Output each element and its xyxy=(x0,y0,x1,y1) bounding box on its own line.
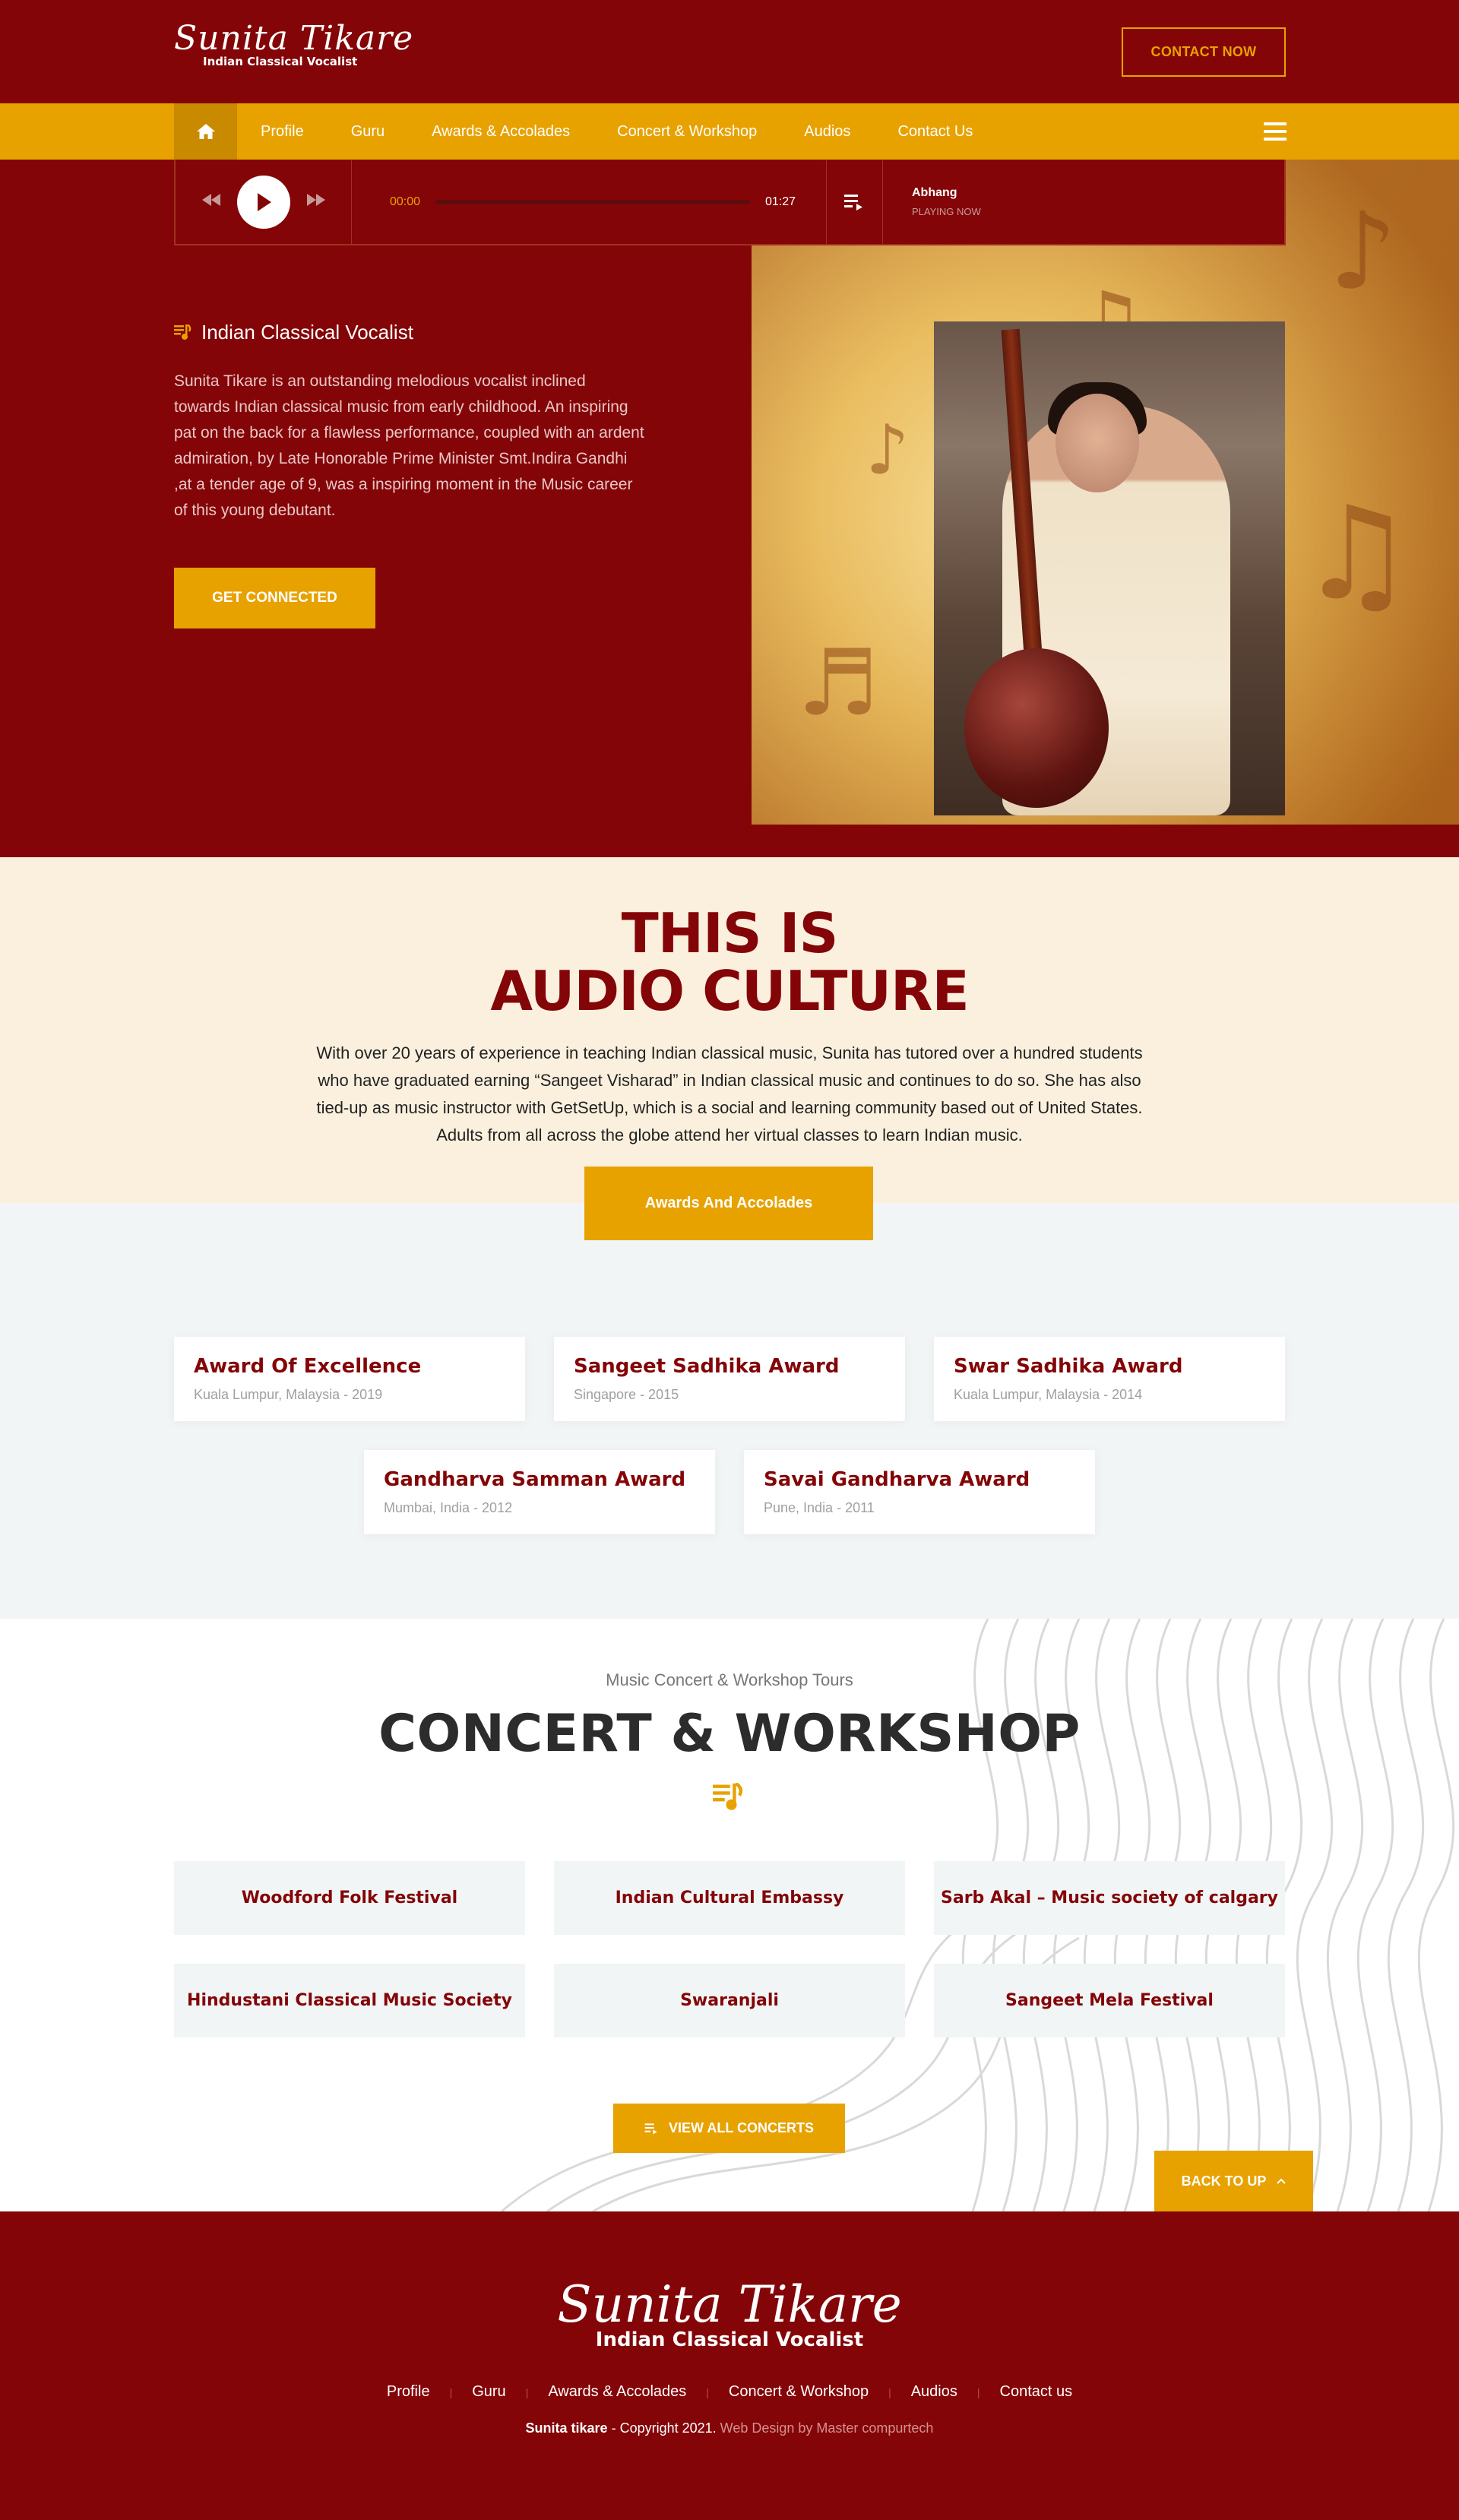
award-title: Gandharva Samman Award xyxy=(384,1468,686,1491)
track-title: Abhang xyxy=(912,186,957,199)
awards-section: Awards And Accolades Award Of Excellence… xyxy=(0,1167,1459,1619)
footer-link-concert[interactable]: Concert & Workshop xyxy=(729,2383,869,2401)
get-connected-button[interactable]: GET CONNECTED xyxy=(174,568,375,628)
music-note-icon xyxy=(713,1781,745,1817)
footer-link-guru[interactable]: Guru xyxy=(472,2383,505,2401)
nav-item-audios[interactable]: Audios xyxy=(780,123,874,141)
rewind-icon[interactable] xyxy=(201,193,220,211)
footer-links: Profile | Guru | Awards & Accolades | Conce… xyxy=(386,2383,1073,2401)
copyright: Sunita tikare - Copyright 2021. Web Desi… xyxy=(0,2420,1459,2436)
forward-icon[interactable] xyxy=(306,193,325,211)
contact-now-button[interactable]: CONTACT NOW xyxy=(1122,27,1286,77)
nav-item-concert[interactable]: Concert & Workshop xyxy=(593,123,780,141)
back-to-top-label: BACK TO UP xyxy=(1181,2173,1267,2189)
logo-subtitle: Indian Classical Vocalist xyxy=(203,55,358,68)
venue-item[interactable]: Hindustani Classical Music Society xyxy=(174,1964,525,2037)
hero-intro: Indian Classical Vocalist Sunita Tikare … xyxy=(174,321,645,628)
concert-section: Music Concert & Workshop Tours CONCERT &… xyxy=(0,1619,1459,2211)
nav-item-contact[interactable]: Contact Us xyxy=(874,123,996,141)
chevron-up-icon xyxy=(1277,2178,1287,2184)
footer-link-contact[interactable]: Contact us xyxy=(1000,2383,1073,2401)
venue-item[interactable]: Swaranjali xyxy=(554,1964,905,2037)
award-card: Sangeet Sadhika Award Singapore - 2015 xyxy=(554,1337,905,1421)
player-controls xyxy=(176,160,352,244)
venue-item[interactable]: Indian Cultural Embassy xyxy=(554,1861,905,1935)
venue-item[interactable]: Sangeet Mela Festival xyxy=(934,1964,1285,2037)
footer-link-awards[interactable]: Awards & Accolades xyxy=(548,2383,686,2401)
venue-item[interactable]: Sarb Akal – Music society of calgary xyxy=(934,1861,1285,1935)
copyright-name: Sunita tikare xyxy=(525,2420,608,2436)
award-detail: Mumbai, India - 2012 xyxy=(384,1500,513,1515)
award-card: Swar Sadhika Award Kuala Lumpur, Malaysi… xyxy=(934,1337,1285,1421)
hero-section: ♫ ♪ ♫ ♪ ♬ 00:00 01:27 xyxy=(0,160,1459,857)
singer-photo xyxy=(934,321,1285,815)
award-title: Swar Sadhika Award xyxy=(954,1355,1183,1378)
footer-link-profile[interactable]: Profile xyxy=(387,2383,430,2401)
awards-accolades-button[interactable]: Awards And Accolades xyxy=(584,1167,873,1240)
hero-tag: Indian Classical Vocalist xyxy=(174,321,645,344)
award-detail: Pune, India - 2011 xyxy=(764,1500,875,1515)
now-playing: Abhang PLAYING NOW xyxy=(883,160,981,244)
audio-culture-section: THIS IS AUDIO CULTURE With over 20 years… xyxy=(0,857,1459,1203)
playlist-icon xyxy=(644,2123,657,2134)
progress-track[interactable] xyxy=(435,199,750,204)
view-all-label: VIEW ALL CONCERTS xyxy=(668,2120,814,2135)
player-timeline: 00:00 01:27 xyxy=(352,160,827,244)
footer-link-audios[interactable]: Audios xyxy=(911,2383,957,2401)
culture-heading-line2: AUDIO CULTURE xyxy=(490,959,969,1023)
award-title: Award Of Excellence xyxy=(194,1355,422,1378)
award-title: Sangeet Sadhika Award xyxy=(574,1355,840,1378)
footer-logo[interactable]: Sunita Tikare Indian Classical Vocalist xyxy=(0,2211,1459,2352)
home-icon xyxy=(196,124,215,139)
award-card: Gandharva Samman Award Mumbai, India - 2… xyxy=(364,1450,715,1534)
hamburger-icon[interactable] xyxy=(1264,122,1287,141)
award-title: Savai Gandharva Award xyxy=(764,1468,1030,1491)
site-header: Sunita Tikare Indian Classical Vocalist … xyxy=(0,0,1459,103)
nav-item-profile[interactable]: Profile xyxy=(237,123,328,141)
venue-item[interactable]: Woodford Folk Festival xyxy=(174,1861,525,1935)
play-button[interactable] xyxy=(236,175,290,229)
duration: 01:27 xyxy=(764,195,796,208)
award-detail: Kuala Lumpur, Malaysia - 2014 xyxy=(954,1387,1143,1402)
footer-logo-script: Sunita Tikare xyxy=(557,2275,902,2334)
current-time: 00:00 xyxy=(390,195,421,208)
copyright-text: - Copyright 2021. xyxy=(607,2420,720,2436)
footer-logo-subtitle: Indian Classical Vocalist xyxy=(595,2328,864,2351)
logo-script: Sunita Tikare xyxy=(174,19,414,58)
audio-player: 00:00 01:27 Abhang PLAYING NOW xyxy=(174,160,1286,245)
playlist-button[interactable] xyxy=(827,160,883,244)
logo[interactable]: Sunita Tikare Indian Classical Vocalist xyxy=(174,19,414,81)
track-state: PLAYING NOW xyxy=(912,206,981,217)
main-nav: Profile Guru Awards & Accolades Concert … xyxy=(0,103,1459,160)
award-detail: Kuala Lumpur, Malaysia - 2019 xyxy=(194,1387,383,1402)
concert-subtitle: Music Concert & Workshop Tours xyxy=(606,1670,853,1689)
site-footer: Sunita Tikare Indian Classical Vocalist … xyxy=(0,2211,1459,2520)
award-card: Award Of Excellence Kuala Lumpur, Malays… xyxy=(174,1337,525,1421)
nav-item-awards[interactable]: Awards & Accolades xyxy=(408,123,593,141)
hero-tag-label: Indian Classical Vocalist xyxy=(201,321,413,343)
culture-heading: THIS IS AUDIO CULTURE xyxy=(0,857,1459,1020)
award-card: Savai Gandharva Award Pune, India - 2011 xyxy=(744,1450,1095,1534)
playlist-icon xyxy=(843,194,862,211)
nav-item-guru[interactable]: Guru xyxy=(328,123,408,141)
culture-text: With over 20 years of experience in teac… xyxy=(316,1043,1143,1144)
play-icon xyxy=(257,192,271,211)
award-detail: Singapore - 2015 xyxy=(574,1387,679,1402)
culture-heading-line1: THIS IS xyxy=(621,901,839,965)
hero-description: Sunita Tikare is an outstanding melodiou… xyxy=(174,372,644,519)
design-credit-link[interactable]: Web Design by Master compurtech xyxy=(720,2420,934,2436)
view-all-concerts-button[interactable]: VIEW ALL CONCERTS xyxy=(613,2104,845,2153)
nav-links: Profile Guru Awards & Accolades Concert … xyxy=(237,103,996,160)
music-note-icon xyxy=(174,324,191,340)
back-to-top-button[interactable]: BACK TO UP xyxy=(1154,2151,1313,2211)
nav-home[interactable] xyxy=(174,103,237,160)
concert-heading: CONCERT & WORKSHOP xyxy=(378,1704,1081,1764)
